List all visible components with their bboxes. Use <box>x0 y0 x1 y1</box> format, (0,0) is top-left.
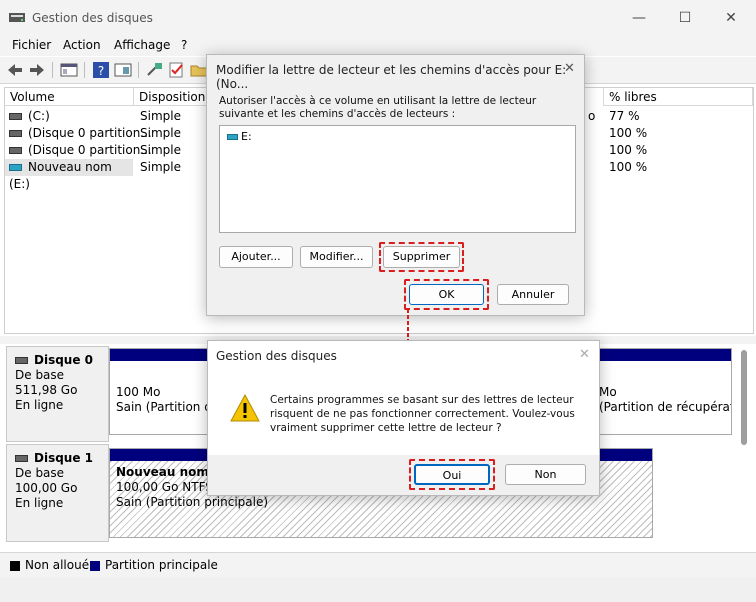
yes-button[interactable]: Oui <box>414 464 490 485</box>
volume-name: (Disque 0 partition... <box>28 143 152 157</box>
disk-type: De base <box>15 466 65 480</box>
remove-button[interactable]: Supprimer <box>383 246 460 268</box>
partition-status: Sain (Partition principale) <box>116 495 269 509</box>
status-bar <box>0 577 756 602</box>
help-icon[interactable]: ? <box>92 61 110 79</box>
disk-name: Disque 1 <box>34 451 94 465</box>
menu-bar: Fichier Action Affichage ? <box>0 36 756 56</box>
menu-view[interactable]: Affichage <box>114 38 170 52</box>
toolbar-separator <box>138 62 139 78</box>
partition-status: Sain (Partition du <box>116 400 210 414</box>
cancel-button[interactable]: Annuler <box>497 284 569 305</box>
list-item-label: E: <box>241 130 252 143</box>
volume-free-pct: 100 % <box>609 160 648 174</box>
volume-free-pct: 77 % <box>609 109 640 123</box>
drive-icon <box>9 130 22 137</box>
table-row[interactable]: (C:) <box>9 108 50 125</box>
legend-item-unallocated: Non alloué <box>10 558 89 572</box>
volume-layout: Simple <box>140 160 181 174</box>
disk-0-label[interactable]: Disque 0 De base 511,98 Go En ligne <box>6 346 109 442</box>
legend-bar: Non alloué Partition principale <box>0 552 756 577</box>
warning-icon <box>230 394 260 422</box>
partition-size: Mo <box>599 385 617 399</box>
disk-0-partition-system[interactable]: 100 Mo Sain (Partition du <box>109 348 211 435</box>
checklist-icon[interactable] <box>168 61 186 79</box>
volume-layout: Simple <box>140 143 181 157</box>
column-header-free-pct[interactable]: % libres <box>603 88 753 106</box>
forward-arrow-icon[interactable] <box>28 61 46 79</box>
change-drive-letter-dialog: Modifier la lettre de lecteur et les che… <box>206 54 585 316</box>
list-item[interactable]: E: <box>227 130 252 143</box>
volume-name: (Disque 0 partition... <box>28 126 152 140</box>
table-row[interactable]: (Disque 0 partition... <box>9 142 152 159</box>
volume-name: (C:) <box>28 109 50 123</box>
dialog-close-button[interactable]: ✕ <box>564 61 575 76</box>
connect-icon[interactable] <box>146 61 164 79</box>
legend-swatch <box>90 560 100 571</box>
disk-status: En ligne <box>15 398 64 412</box>
disk-size: 511,98 Go <box>15 383 78 397</box>
legend-swatch <box>10 560 20 571</box>
volume-free-pct: 100 % <box>609 143 648 157</box>
legend-label: Non alloué <box>25 558 90 572</box>
modify-button[interactable]: Modifier... <box>300 246 373 268</box>
drive-icon <box>9 147 22 154</box>
dialog-title: Gestion des disques <box>216 349 337 363</box>
disk-size: 100,00 Go <box>15 481 78 495</box>
volume-free-pct: 100 % <box>609 126 648 140</box>
menu-file[interactable]: Fichier <box>12 38 51 52</box>
drive-icon <box>9 164 22 171</box>
disk-icon <box>15 455 28 462</box>
ok-button[interactable]: OK <box>409 284 484 305</box>
no-button[interactable]: Non <box>505 464 586 485</box>
partition-bar <box>110 349 210 361</box>
console-tree-icon[interactable] <box>60 61 78 79</box>
disk-type: De base <box>15 368 65 382</box>
table-row[interactable]: (Disque 0 partition... <box>9 125 152 142</box>
back-arrow-icon[interactable] <box>6 61 24 79</box>
menu-help[interactable]: ? <box>181 38 187 52</box>
toolbar-separator <box>84 62 85 78</box>
vertical-scrollbar[interactable] <box>741 350 747 445</box>
disk-status: En ligne <box>15 496 64 510</box>
confirmation-dialog: Gestion des disques ✕ Certains programme… <box>207 340 600 496</box>
add-button[interactable]: Ajouter... <box>219 246 293 268</box>
drive-paths-listbox[interactable]: E: <box>219 125 576 233</box>
disk-name: Disque 0 <box>34 353 94 367</box>
disk-management-app-icon <box>9 13 25 22</box>
confirmation-message: Certains programmes se basant sur des le… <box>270 394 575 434</box>
toolbar-separator <box>52 62 53 78</box>
disk-0-partition-recovery[interactable]: Mo (Partition de récupératio <box>594 348 732 435</box>
disk-1-label[interactable]: Disque 1 De base 100,00 Go En ligne <box>6 444 109 542</box>
partition-size: 100 Mo <box>116 385 161 399</box>
volume-layout: Simple <box>140 126 181 140</box>
volume-name: Nouveau nom (E:) <box>9 160 112 191</box>
window-title: Gestion des disques <box>32 11 153 25</box>
disk-icon <box>15 357 28 364</box>
maximize-button[interactable]: ☐ <box>662 4 708 32</box>
close-button[interactable]: ✕ <box>708 4 754 32</box>
volume-layout: Simple <box>140 109 181 123</box>
column-header-layout[interactable]: Disposition <box>134 88 209 106</box>
dialog-title: Modifier la lettre de lecteur et les che… <box>216 63 567 91</box>
partition-status: (Partition de récupératio <box>599 400 731 414</box>
svg-text:?: ? <box>98 64 104 78</box>
drive-icon <box>9 113 22 120</box>
dialog-description: Autoriser l'accès à ce volume en utilisa… <box>219 95 537 120</box>
menu-action[interactable]: Action <box>63 38 101 52</box>
legend-item-primary: Partition principale <box>90 558 218 572</box>
table-row-selected[interactable]: Nouveau nom (E:) <box>5 159 133 191</box>
drive-icon <box>227 134 238 140</box>
title-bar: Gestion des disques — ☐ ✕ <box>0 0 756 36</box>
partition-bar <box>595 349 731 361</box>
minimize-button[interactable]: — <box>616 4 662 32</box>
column-header-volume[interactable]: Volume <box>5 88 134 106</box>
volume-free-partial: o <box>588 109 596 123</box>
dialog-close-button[interactable]: ✕ <box>579 347 590 362</box>
legend-label: Partition principale <box>105 558 218 572</box>
properties-icon[interactable] <box>114 61 132 79</box>
